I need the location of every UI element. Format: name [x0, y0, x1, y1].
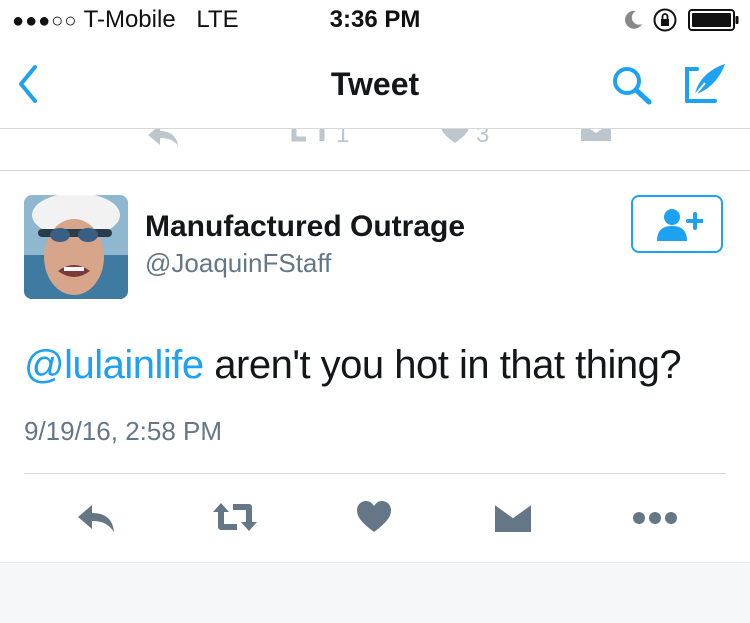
search-icon[interactable]	[610, 64, 654, 106]
direct-message-icon[interactable]	[494, 503, 532, 533]
tweet-text: @lulainlife aren't you hot in that thing…	[24, 343, 682, 388]
reply-icon[interactable]	[146, 129, 180, 147]
status-bar: ●●●○○ T-Mobile LTE 3:36 PM	[0, 0, 750, 40]
like-count: 3	[476, 129, 490, 148]
author-name[interactable]: Manufactured Outrage	[145, 210, 465, 244]
avatar-image	[24, 195, 128, 299]
do-not-disturb-icon	[625, 10, 642, 29]
mention-link[interactable]: @lulainlife	[24, 343, 204, 387]
battery-icon	[688, 9, 739, 31]
avatar[interactable]	[24, 195, 128, 299]
actions-divider	[24, 473, 726, 474]
add-user-icon	[657, 209, 703, 241]
retweet-icon[interactable]	[211, 501, 259, 533]
follow-button[interactable]	[631, 195, 723, 253]
replies-area	[0, 562, 750, 623]
tweet-timestamp: 9/19/16, 2:58 PM	[24, 416, 223, 446]
tweet-body-text: aren't you hot in that thing?	[203, 343, 682, 387]
like-icon[interactable]	[440, 129, 470, 145]
retweet-count: 1	[336, 129, 350, 148]
direct-message-icon[interactable]	[580, 129, 612, 143]
retweet-icon[interactable]	[288, 129, 328, 145]
like-icon[interactable]	[356, 501, 392, 533]
previous-tweet-actions: 1 3	[0, 129, 750, 159]
author-handle[interactable]: @JoaquinFStaff	[145, 248, 331, 279]
compose-tweet-icon[interactable]	[683, 61, 729, 105]
tweet-divider-top	[0, 170, 750, 171]
more-options-icon[interactable]	[632, 510, 678, 526]
rotation-lock-icon	[653, 8, 677, 32]
reply-icon[interactable]	[76, 503, 116, 533]
